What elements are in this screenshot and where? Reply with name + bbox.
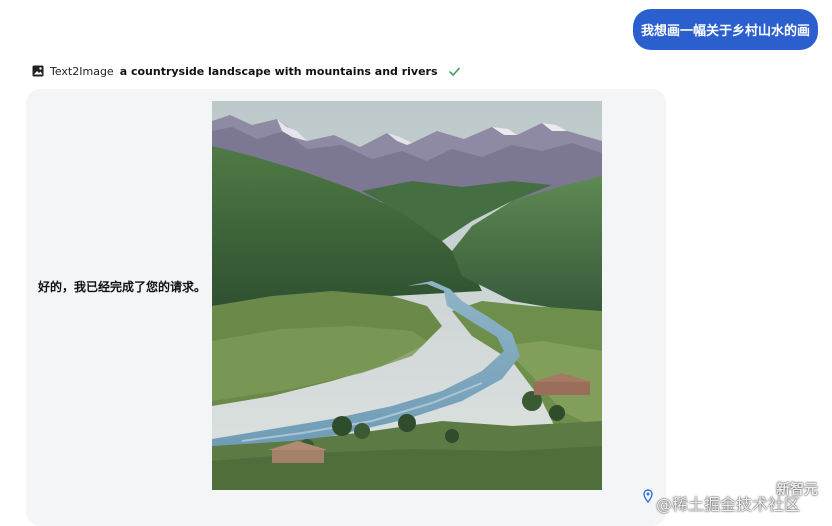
user-message-bubble: 我想画一幅关于乡村山水的画 xyxy=(633,9,818,50)
user-message-text: 我想画一幅关于乡村山水的画 xyxy=(641,24,811,39)
landscape-illustration xyxy=(212,101,602,490)
location-pin-icon xyxy=(643,489,653,503)
watermark: 新智元 @稀土掘金技术社区 xyxy=(656,479,828,519)
check-icon xyxy=(448,67,460,76)
watermark-site-text: @稀土掘金技术社区 xyxy=(656,495,801,514)
tool-name: Text2Image xyxy=(50,64,114,78)
tool-call-line: Text2Image a countryside landscape with … xyxy=(32,62,461,80)
assistant-reply-text: 好的，我已经完成了您的请求。 xyxy=(38,280,207,294)
image-icon xyxy=(32,65,44,77)
tool-prompt: a countryside landscape with mountains a… xyxy=(119,64,438,78)
generated-landscape-image[interactable] xyxy=(212,101,602,490)
